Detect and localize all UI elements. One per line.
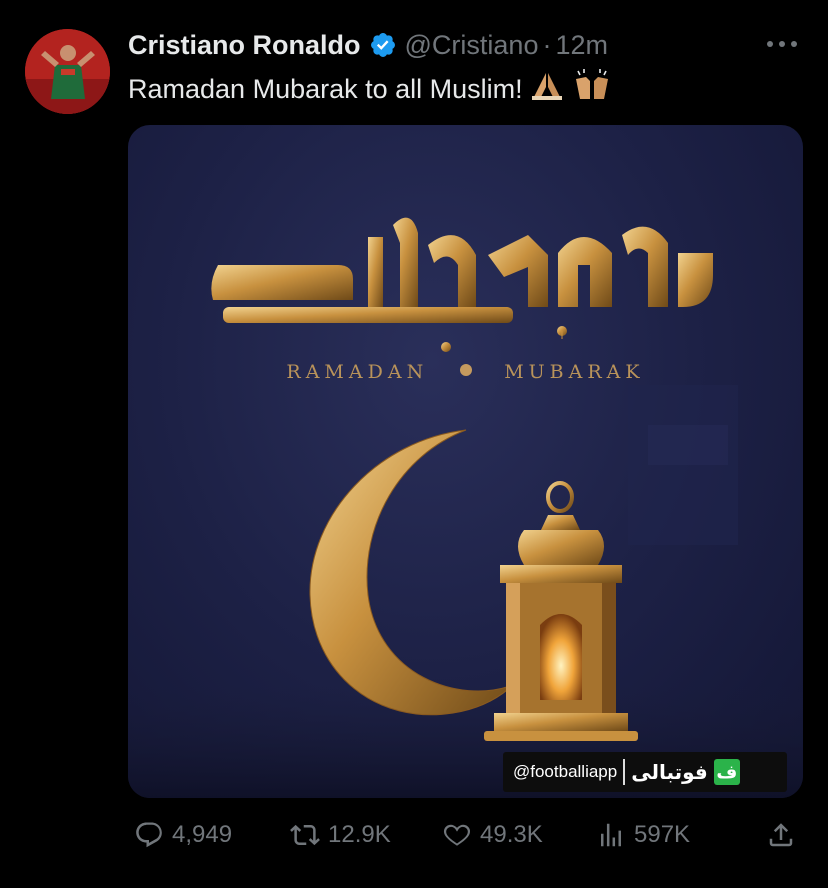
author-name[interactable]: Cristiano Ronaldo <box>128 30 361 61</box>
separator: · <box>542 29 552 60</box>
watermark-handle: @footballiapp <box>513 762 618 781</box>
subtitle-dot <box>460 364 473 376</box>
views-button[interactable]: 597K <box>596 815 690 855</box>
subtitle-left: RAMADAN <box>286 361 429 383</box>
subtitle-right: MUBARAK <box>504 361 645 383</box>
tweet-text: Ramadan Mubarak to all Muslim! <box>128 69 612 108</box>
like-button[interactable]: 49.3K <box>442 815 543 855</box>
retweet-icon <box>290 824 320 846</box>
more-icon[interactable] <box>764 32 800 56</box>
views-count: 597K <box>634 821 691 848</box>
share-icon <box>769 823 793 847</box>
like-count: 49.3K <box>480 821 543 848</box>
retweet-button[interactable]: 12.9K <box>290 815 391 855</box>
share-button[interactable] <box>766 815 796 855</box>
tweet-image[interactable]: RAMADAN MUBARAK @footballiapp فوتبالی ف <box>128 125 803 798</box>
action-bar: 4,949 12.9K 49.3K 597K <box>0 815 828 855</box>
watermark-logo: ف <box>713 759 740 785</box>
reply-count: 4,949 <box>172 821 233 848</box>
watermark: @footballiapp فوتبالی ف <box>503 752 787 792</box>
verified-icon <box>369 31 397 59</box>
author-handle[interactable]: @Cristiano <box>405 30 539 61</box>
like-icon <box>443 824 471 846</box>
avatar[interactable] <box>25 29 110 114</box>
folded-hands-emoji <box>530 71 564 108</box>
views-icon <box>601 823 621 847</box>
calligraphy <box>211 217 713 352</box>
crescent-moon <box>309 429 514 716</box>
watermark-brand: فوتبالی <box>631 760 708 784</box>
reply-button[interactable]: 4,949 <box>134 815 232 855</box>
lantern <box>484 481 638 741</box>
tweet-header: Cristiano Ronaldo @Cristiano · 12m <box>128 27 608 63</box>
retweet-count: 12.9K <box>328 821 391 848</box>
reply-icon <box>136 822 162 848</box>
tweet-body: Ramadan Mubarak to all Muslim! <box>128 74 523 104</box>
raising-hands-emoji <box>572 69 612 108</box>
timestamp[interactable]: 12m <box>555 30 608 61</box>
image-subtitle: RAMADAN MUBARAK <box>128 361 803 383</box>
watermark-separator <box>623 759 626 785</box>
